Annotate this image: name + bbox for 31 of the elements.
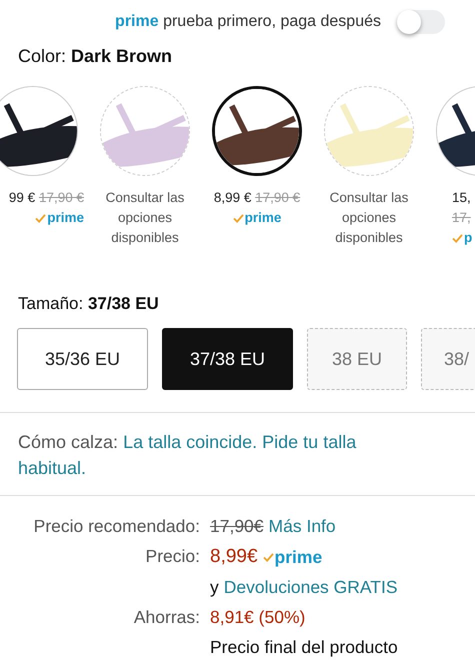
list-price: 17,90€ xyxy=(210,516,264,537)
final-price-note: Precio final del producto xyxy=(210,637,398,658)
savings-label: Ahorras: xyxy=(132,607,200,628)
check-icon xyxy=(262,553,274,562)
color-label: Color: Dark Brown xyxy=(17,45,174,68)
price-label: Precio: xyxy=(144,546,200,567)
prime-label: prime xyxy=(47,209,84,227)
prime-label: p xyxy=(464,229,472,247)
size-label: Tamaño: 37/38 EU xyxy=(17,293,160,315)
prime-label: prime xyxy=(274,547,322,568)
prime-label: prime xyxy=(244,209,282,227)
check-icon xyxy=(35,214,46,222)
swatch-price: 8,99 € 17,90 € xyxy=(214,189,300,207)
size-option[interactable]: 38/ xyxy=(421,328,475,390)
fit-note: Cómo calza: La talla coincide. Pide tu talla habitual. xyxy=(17,431,358,480)
check-icon xyxy=(452,234,463,242)
check-icon xyxy=(232,214,244,222)
list-price-label: Precio recomendado: xyxy=(32,516,200,537)
size-option[interactable]: 37/38 EU xyxy=(162,328,293,390)
savings: 8,91€ (50%) xyxy=(210,607,306,628)
size-option[interactable]: 35/36 EU xyxy=(17,328,148,390)
returns-link[interactable]: Devoluciones GRATIS xyxy=(224,577,398,598)
prime-banner-text: prime prueba primero, paga después xyxy=(115,13,381,31)
info-link[interactable]: Más Info xyxy=(268,516,336,537)
availability-note: Consultar las opciones disponibles xyxy=(328,189,410,247)
size-option[interactable]: 38 EU xyxy=(307,328,407,390)
swatch-price: 15, 17, xyxy=(452,189,471,227)
availability-note: Consultar las opciones disponibles xyxy=(104,189,186,247)
price: 8,99€ xyxy=(210,546,258,568)
returns-prefix: y xyxy=(210,577,219,598)
swatch-price: 99 € 17,90 € xyxy=(8,189,84,207)
